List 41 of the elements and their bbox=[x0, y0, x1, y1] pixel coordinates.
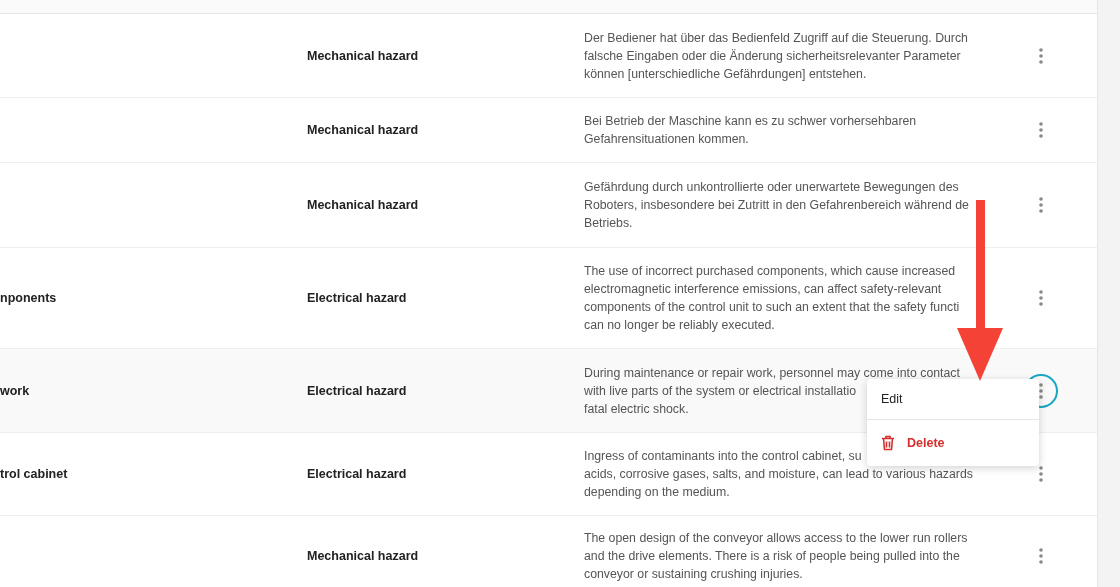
hazard-category: Mechanical hazard bbox=[307, 48, 419, 63]
description-line: depending on the medium. bbox=[584, 484, 730, 501]
description-line: Betriebs. bbox=[584, 215, 633, 232]
description-line: können [unterschiedliche Gefährdungen] entstehen. bbox=[584, 65, 867, 83]
description-line: acids, corrosive gases, salts, and moisture, can lead to various hazards bbox=[584, 466, 973, 483]
description-line: electromagnetic interference emissions, can affect safety-relevant bbox=[584, 281, 942, 298]
hazard-category: Mechanical hazard bbox=[307, 123, 419, 137]
hazard-name: nponents bbox=[0, 291, 57, 305]
description-line: conveyor or sustaining crushing injuries. bbox=[584, 565, 803, 583]
trash-icon bbox=[881, 435, 895, 451]
description-line: Gefährdung durch unkontrollierte oder unerwartete Bewegungen des bbox=[584, 179, 959, 196]
hazard-category: Mechanical hazard bbox=[307, 548, 419, 563]
hazard-category: Electrical hazard bbox=[307, 291, 407, 305]
description-line: During maintenance or repair work, personnel may come into contact bbox=[584, 364, 960, 382]
description-line: components of the control unit to such an extent that the safety functi bbox=[584, 299, 960, 316]
hazard-name: work bbox=[0, 383, 30, 398]
description-line: and the drive elements. There is a risk of people being pulled into the bbox=[584, 547, 960, 565]
more-icon bbox=[1038, 466, 1043, 482]
description-line: Roboters, insbesondere bei Zutritt in den Gefahrenbereich während de bbox=[584, 197, 969, 214]
delete-menu-item[interactable]: Delete bbox=[867, 420, 1039, 466]
description-line: falsche Eingaben oder die Änderung sicherheitsrelevanter Parameter bbox=[584, 47, 961, 65]
more-icon bbox=[1038, 547, 1043, 564]
description-line: Der Bediener hat über das Bedienfeld Zugriff auf die Steuerung. Durch bbox=[584, 29, 968, 47]
description-line: with live parts of the system or electrical installatio bbox=[584, 382, 856, 400]
more-icon bbox=[1038, 382, 1043, 399]
more-icon bbox=[1038, 122, 1043, 138]
edit-menu-item[interactable]: Edit bbox=[867, 379, 1039, 420]
description-line: Ingress of contaminants into the control cabinet, su bbox=[584, 448, 862, 465]
description-line: Gefahrensituationen kommen. bbox=[584, 131, 749, 148]
hazard-category: Electrical hazard bbox=[307, 383, 407, 398]
description-line: fatal electric shock. bbox=[584, 400, 689, 418]
more-icon bbox=[1038, 47, 1043, 64]
description-line: can no longer be reliably executed. bbox=[584, 317, 775, 334]
hazard-category: Electrical hazard bbox=[307, 467, 407, 481]
description-line: The use of incorrect purchased components, which cause increased bbox=[584, 263, 956, 280]
more-icon bbox=[1038, 290, 1043, 306]
hazard-name: trol cabinet bbox=[0, 467, 68, 481]
more-icon bbox=[1038, 197, 1043, 213]
description-line: Bei Betrieb der Maschine kann es zu schwer vorhersehbaren bbox=[584, 113, 917, 130]
description-line: The open design of the conveyor allows access to the lower run rollers bbox=[584, 529, 968, 547]
hazard-category: Mechanical hazard bbox=[307, 198, 419, 212]
